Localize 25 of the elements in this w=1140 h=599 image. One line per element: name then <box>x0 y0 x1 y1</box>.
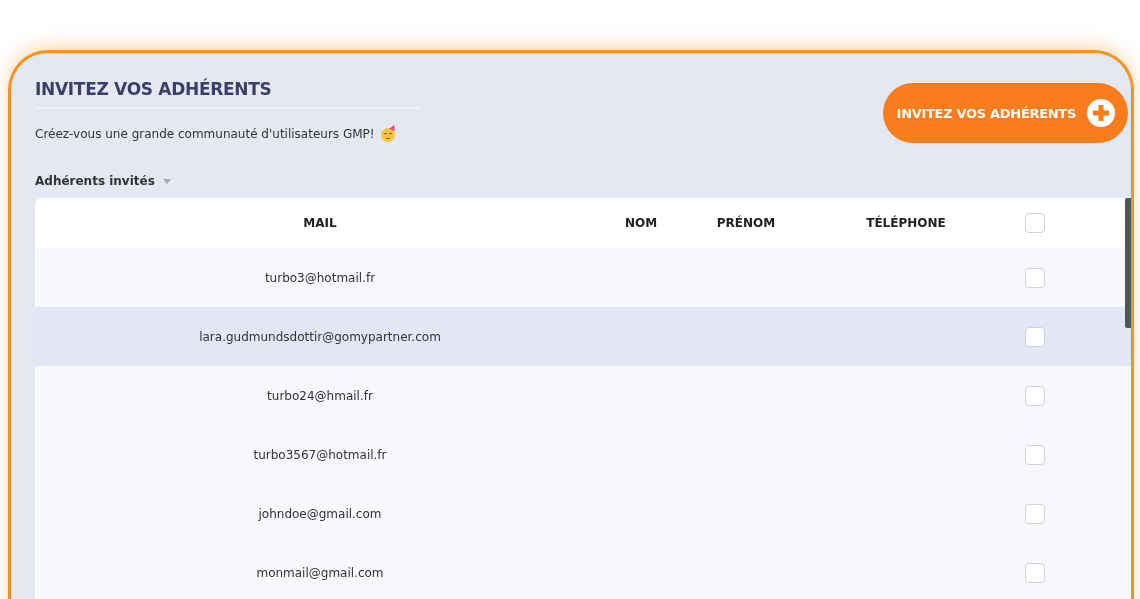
party-face-icon <box>378 125 397 143</box>
mail-cell: monmail@gmail.com <box>256 565 384 580</box>
checkbox[interactable] <box>1025 326 1045 347</box>
subtitle-text: Créez-vous une grande communauté d'utilisateurs GMP! <box>35 127 375 141</box>
mail-cell: turbo3567@hotmail.fr <box>253 447 387 462</box>
checkbox[interactable] <box>1025 385 1045 406</box>
filter-label[interactable]: Adhérents invités <box>35 174 155 188</box>
mail-cell: johndoe@gmail.com <box>258 506 382 521</box>
caret-icon[interactable] <box>162 178 171 184</box>
plus-circle-icon <box>1086 98 1116 128</box>
scrollbar[interactable] <box>1125 198 1131 328</box>
mail-cell: turbo24@hmail.fr <box>267 388 373 403</box>
checkbox[interactable] <box>1025 213 1045 233</box>
column-header: PRÉNOM <box>716 216 776 230</box>
checkbox[interactable] <box>1025 444 1045 465</box>
mail-cell: lara.gudmundsdottir@gomypartner.com <box>199 329 441 344</box>
column-header: MAIL <box>303 216 337 230</box>
section-title: INVITEZ VOS ADHÉRENTS <box>35 79 420 109</box>
checkbox[interactable] <box>1025 267 1045 288</box>
table-row[interactable]: lara.gudmundsdottir@gomypartner.com <box>35 307 1131 366</box>
mail-cell: turbo3@hotmail.fr <box>264 270 376 285</box>
checkbox[interactable] <box>1025 503 1045 524</box>
column-header: NOM <box>624 216 658 230</box>
checkbox[interactable] <box>1025 562 1045 583</box>
column-header: TÉLÉPHONE <box>866 216 946 230</box>
